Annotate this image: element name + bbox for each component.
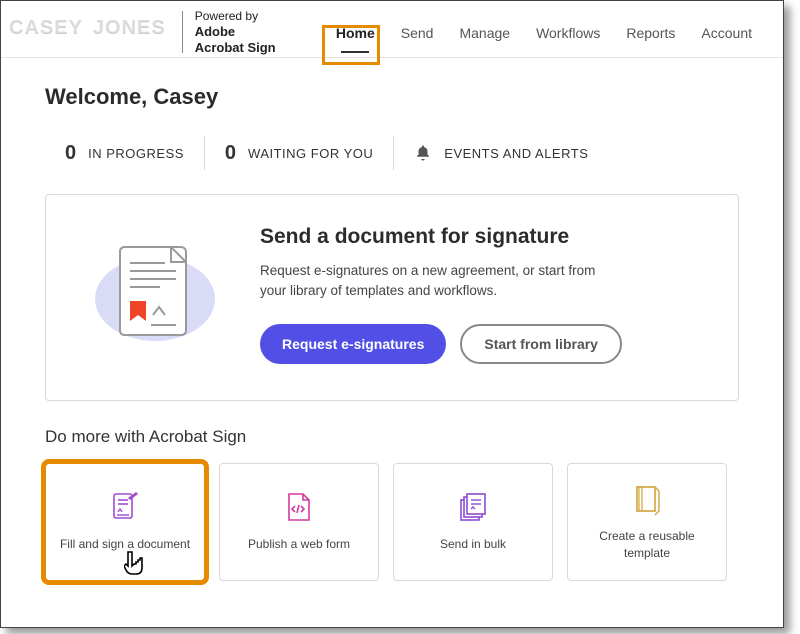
template-icon xyxy=(630,482,664,516)
domore-tiles: Fill and sign a document Publish a web f… xyxy=(45,463,739,581)
divider xyxy=(182,11,183,53)
nav-workflows[interactable]: Workflows xyxy=(523,19,613,51)
fill-sign-icon xyxy=(108,490,142,524)
status-summary: 0 IN PROGRESS 0 WAITING FOR YOU EVENTS A… xyxy=(45,136,739,170)
start-from-library-button[interactable]: Start from library xyxy=(460,324,622,364)
tile-label: Create a reusable template xyxy=(576,528,718,560)
label: WAITING FOR YOU xyxy=(248,146,373,161)
count: 0 xyxy=(65,142,76,165)
count: 0 xyxy=(225,142,236,165)
main-nav: Home Send Manage Workflows Reports Accou… xyxy=(323,19,765,51)
tile-label: Publish a web form xyxy=(248,536,350,552)
card-title: Send a document for signature xyxy=(260,225,622,249)
adobe-brand: Powered by Adobe Acrobat Sign xyxy=(195,9,276,57)
label: EVENTS AND ALERTS xyxy=(444,146,588,161)
tile-fill-and-sign[interactable]: Fill and sign a document xyxy=(45,463,205,581)
tile-publish-webform[interactable]: Publish a web form xyxy=(219,463,379,581)
tile-label: Send in bulk xyxy=(440,536,506,552)
topbar: CASEY JONES Powered by Adobe Acrobat Sig… xyxy=(1,1,783,58)
account-logo: CASEY JONES xyxy=(9,15,166,38)
nav-send[interactable]: Send xyxy=(388,19,447,51)
label: IN PROGRESS xyxy=(88,146,184,161)
bell-icon xyxy=(414,144,432,162)
nav-account[interactable]: Account xyxy=(688,19,765,51)
document-illustration xyxy=(70,229,230,359)
domore-heading: Do more with Acrobat Sign xyxy=(45,427,739,447)
stat-in-progress[interactable]: 0 IN PROGRESS xyxy=(45,142,204,165)
pointer-cursor-icon xyxy=(124,550,150,580)
tile-send-bulk[interactable]: Send in bulk xyxy=(393,463,553,581)
annotation-highlight-home xyxy=(322,25,380,65)
stat-events[interactable]: EVENTS AND ALERTS xyxy=(394,144,608,162)
card-body: Request e-signatures on a new agreement,… xyxy=(260,261,600,302)
stat-waiting[interactable]: 0 WAITING FOR YOU xyxy=(205,142,393,165)
bulk-icon xyxy=(456,490,490,524)
request-esignatures-button[interactable]: Request e-signatures xyxy=(260,324,446,364)
nav-manage[interactable]: Manage xyxy=(446,19,523,51)
nav-reports[interactable]: Reports xyxy=(613,19,688,51)
webform-icon xyxy=(282,490,316,524)
send-card: Send a document for signature Request e-… xyxy=(45,194,739,401)
welcome-heading: Welcome, Casey xyxy=(45,84,739,110)
tile-create-template[interactable]: Create a reusable template xyxy=(567,463,727,581)
